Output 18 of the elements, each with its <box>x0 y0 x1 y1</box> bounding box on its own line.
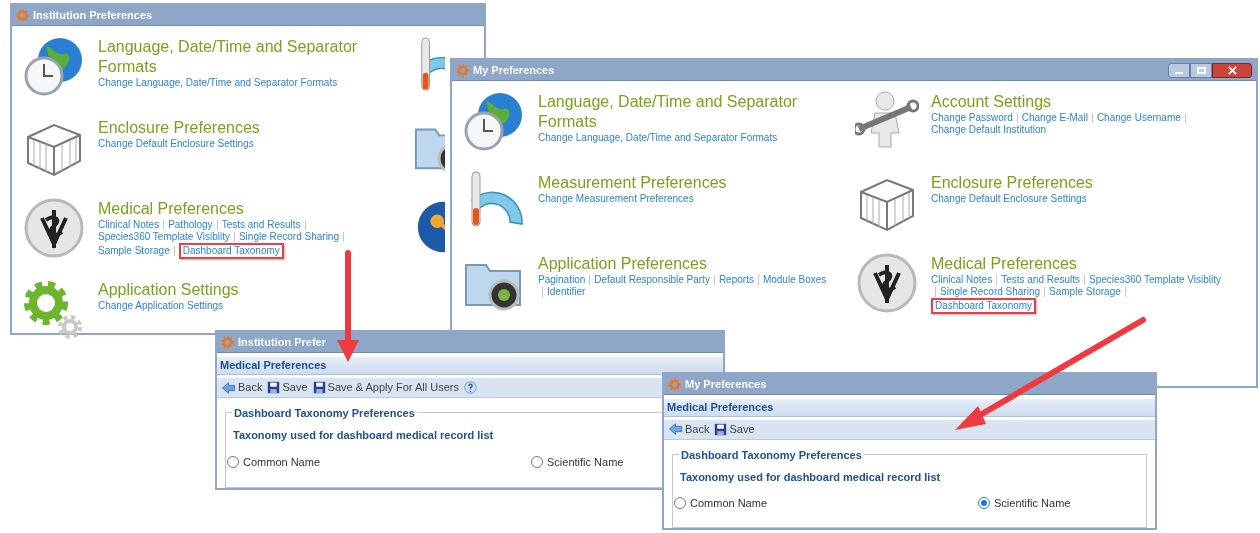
section-heading: Enclosure Preferences <box>98 118 261 138</box>
question-label: Taxonomy used for dashboard medical record list <box>233 428 494 444</box>
window-title: My Preferences <box>685 376 767 392</box>
section-heading: Application Settings <box>98 280 240 300</box>
section-heading: Enclosure Preferences <box>931 173 1094 193</box>
question-label: Taxonomy used for dashboard medical record list <box>680 469 941 485</box>
window-title: My Preferences <box>473 62 555 78</box>
section-heading: Medical Preferences <box>98 199 245 219</box>
window-title: Institution Preferences <box>33 7 153 23</box>
section-heading: Medical Preferences <box>931 254 1078 274</box>
window-title: Institution Prefer <box>238 334 326 350</box>
section-heading: Measurement Preferences <box>538 173 728 193</box>
section-heading: Application Preferences <box>538 254 708 274</box>
section-heading: Account Settings <box>931 92 1053 112</box>
panel-header: Medical Preferences <box>664 399 1155 417</box>
section-heading: Language, Date/Time and Separator Formats <box>538 92 799 132</box>
section-heading: Language, Date/Time and Separator Formats <box>98 37 359 77</box>
panel-header: Medical Preferences <box>217 357 723 375</box>
